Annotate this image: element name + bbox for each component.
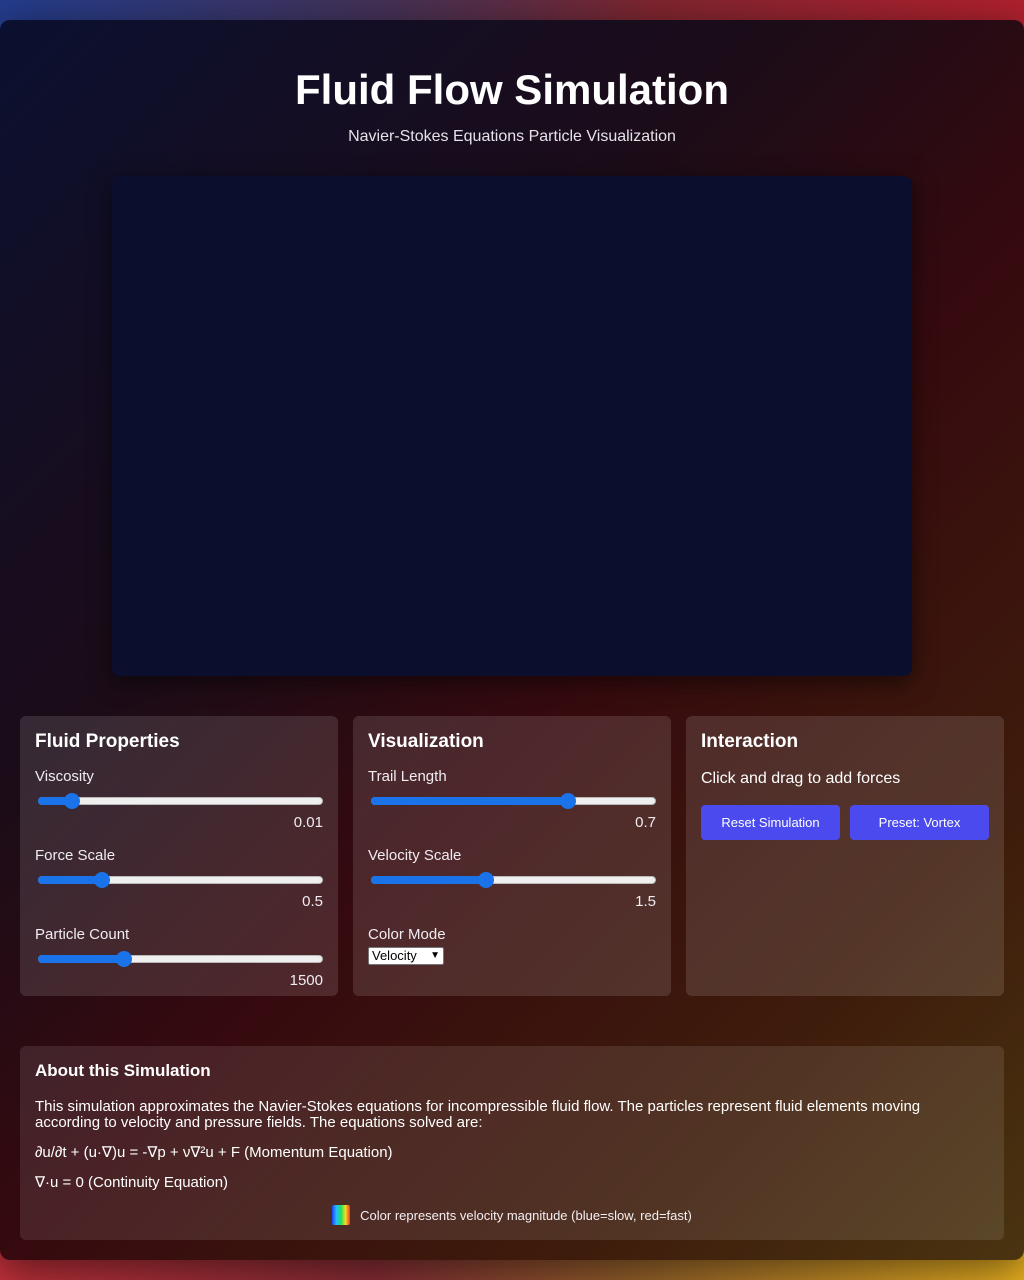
particle-count-label: Particle Count xyxy=(35,926,130,943)
about-description: This simulation approximates the Navier-… xyxy=(35,1098,921,1131)
velocity-legend: Color represents velocity magnitude (blu… xyxy=(35,1205,989,1225)
continuity-equation: ∇·u = 0 (Continuity Equation) xyxy=(35,1174,229,1191)
app-window: Fluid Flow Simulation Navier-Stokes Equa… xyxy=(0,20,1024,1260)
slider-thumb[interactable] xyxy=(559,793,576,809)
fluid-properties-panel: Fluid Properties Viscosity 0.01 Force Sc… xyxy=(20,716,338,996)
momentum-equation: ∂u/∂t + (u·∇)u = -∇p + ν∇²u + F (Momentu… xyxy=(35,1144,393,1161)
color-mode-label: Color Mode xyxy=(368,926,446,943)
interaction-hint: Click and drag to add forces xyxy=(701,770,901,787)
force-scale-value: 0.5 xyxy=(302,893,323,910)
slider-fill xyxy=(371,876,487,884)
panel-title: Interaction xyxy=(701,731,799,752)
color-mode-select[interactable]: Velocity ▼ xyxy=(368,947,444,965)
particle-count-slider[interactable] xyxy=(38,949,323,969)
visualization-panel: Visualization Trail Length 0.7 Velocity … xyxy=(353,716,671,996)
force-scale-label: Force Scale xyxy=(35,847,116,864)
trail-length-slider[interactable] xyxy=(371,791,656,811)
particle-count-value: 1500 xyxy=(289,972,323,989)
preset-vortex-button[interactable]: Preset: Vortex xyxy=(850,805,989,840)
slider-thumb[interactable] xyxy=(64,793,81,809)
trail-length-value: 0.7 xyxy=(635,814,656,831)
interaction-panel: Interaction Click and drag to add forces… xyxy=(686,716,1004,996)
chevron-down-icon: ▼ xyxy=(430,950,440,961)
slider-thumb[interactable] xyxy=(115,951,132,967)
velocity-scale-label: Velocity Scale xyxy=(368,847,462,864)
slider-fill xyxy=(38,876,103,884)
page-title: Fluid Flow Simulation xyxy=(295,66,729,113)
slider-fill xyxy=(371,797,568,805)
slider-fill xyxy=(38,955,124,963)
reset-simulation-button[interactable]: Reset Simulation xyxy=(701,805,840,840)
page-subtitle: Navier-Stokes Equations Particle Visuali… xyxy=(348,128,676,145)
force-scale-slider[interactable] xyxy=(38,870,323,890)
viscosity-value: 0.01 xyxy=(293,814,323,831)
velocity-scale-value: 1.5 xyxy=(635,893,656,910)
trail-length-label: Trail Length xyxy=(368,768,447,785)
interaction-buttons: Reset Simulation Preset: Vortex xyxy=(701,805,989,840)
about-section: About this Simulation This simulation ap… xyxy=(20,1046,1004,1240)
slider-track xyxy=(38,797,323,805)
about-title: About this Simulation xyxy=(35,1061,211,1080)
slider-thumb[interactable] xyxy=(478,872,495,888)
color-mode-selected: Velocity xyxy=(372,948,417,963)
simulation-canvas[interactable] xyxy=(112,176,912,676)
color-gradient-icon xyxy=(332,1205,351,1225)
slider-thumb[interactable] xyxy=(94,872,111,888)
panel-title: Fluid Properties xyxy=(35,731,180,752)
viscosity-slider[interactable] xyxy=(38,791,323,811)
velocity-scale-slider[interactable] xyxy=(371,870,656,890)
panel-title: Visualization xyxy=(368,731,484,752)
legend-text: Color represents velocity magnitude (blu… xyxy=(360,1207,692,1223)
viscosity-label: Viscosity xyxy=(35,768,94,785)
